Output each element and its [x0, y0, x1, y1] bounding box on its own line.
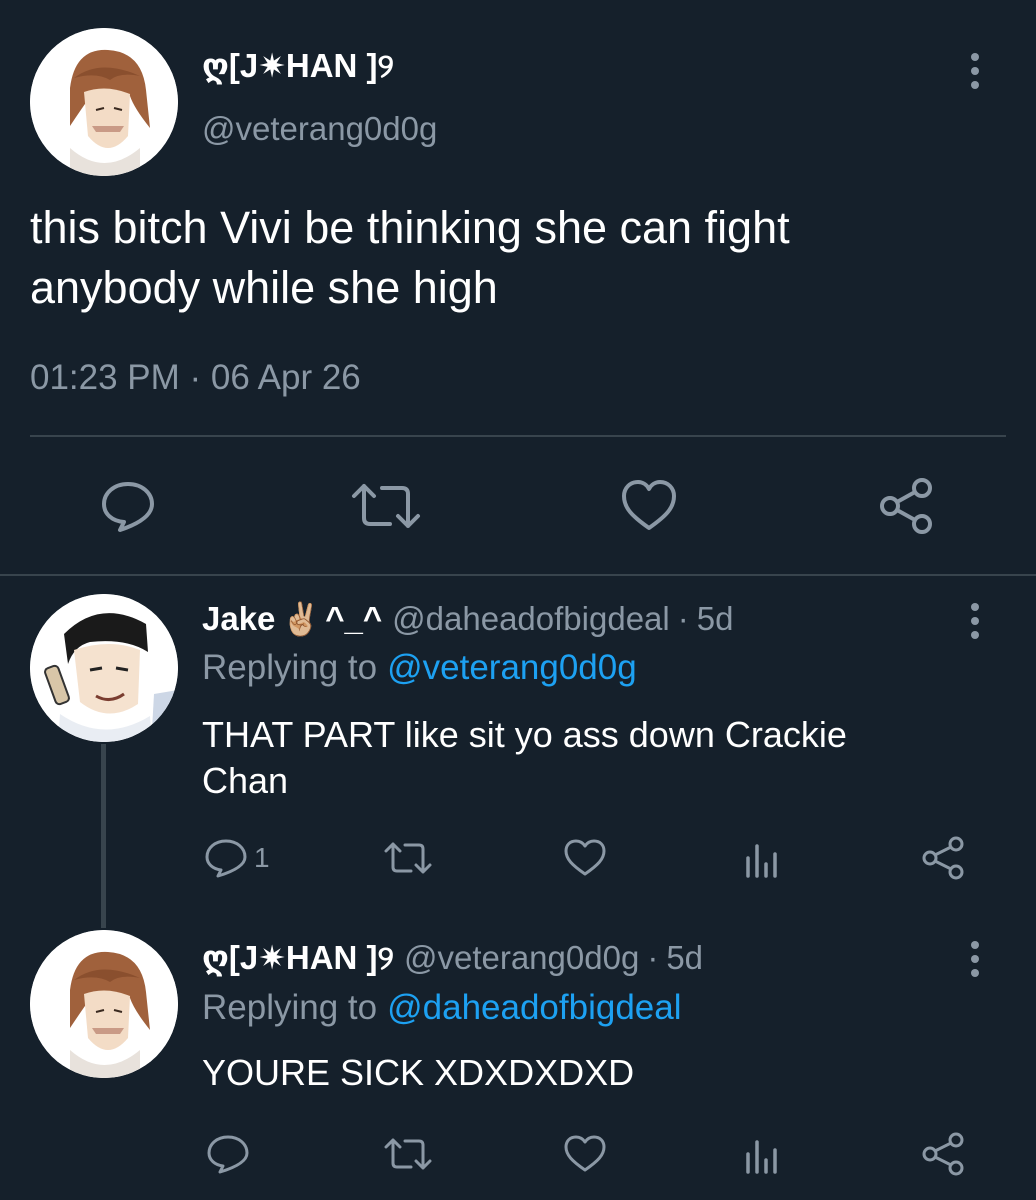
main-tweet-line: this bitch Vivi be thinking she can figh…: [30, 202, 790, 253]
reply1-text-line: Chan: [202, 760, 289, 801]
reply1-display-name[interactable]: Jake: [202, 600, 275, 638]
share-icon: [880, 478, 932, 534]
divider: [30, 435, 1006, 437]
reply1-text: THAT PART like sit yo ass down Crackie C…: [202, 712, 847, 804]
reply1-name-suffix: ^_^: [325, 600, 383, 637]
like-icon: [564, 839, 606, 876]
divider: [0, 574, 1036, 576]
reply1-replying-to: Replying to @veterang0d0g: [202, 648, 637, 688]
retweet-icon: [384, 842, 432, 874]
reply1-avatar[interactable]: [30, 594, 178, 742]
main-display-name[interactable]: ღ[J✷HAN ]୨: [202, 46, 394, 86]
reply1-header: Jake ✌🏼 ^_^ @daheadofbigdeal · 5d: [202, 600, 733, 638]
dot-icon: [971, 617, 979, 625]
reply1-text-line: THAT PART like sit yo ass down Crackie: [202, 714, 847, 755]
main-tweet-line: anybody while she high: [30, 262, 498, 313]
reply2-more-button[interactable]: [960, 934, 990, 984]
main-avatar[interactable]: [30, 28, 178, 176]
share-icon: [922, 1132, 964, 1176]
reply-icon: [207, 1135, 249, 1174]
main-reply-button[interactable]: [98, 478, 158, 534]
reply1-reply-count: 1: [254, 842, 270, 873]
share-icon: [922, 836, 964, 880]
reply2-replying-to: Replying to @daheadofbigdeal: [202, 988, 682, 1028]
reply-icon: [205, 839, 247, 878]
retweet-icon: [384, 1138, 432, 1170]
reply2-reply-button[interactable]: [206, 1134, 256, 1174]
reply1-handle[interactable]: @daheadofbigdeal: [392, 600, 670, 638]
reply2-avatar[interactable]: [30, 930, 178, 1078]
reply1-analytics-button[interactable]: [744, 840, 780, 878]
main-share-button[interactable]: [876, 476, 936, 536]
dot-icon: [971, 969, 979, 977]
reply-icon: [102, 482, 154, 532]
replying-to-link[interactable]: @daheadofbigdeal: [387, 988, 681, 1028]
dot-icon: [971, 941, 979, 949]
reply1-age[interactable]: 5d: [697, 600, 734, 638]
reply2-display-name[interactable]: ღ[J✷HAN ]୨: [202, 938, 394, 978]
reply1-share-button[interactable]: [920, 836, 966, 880]
main-retweet-button[interactable]: [348, 478, 424, 534]
like-icon: [622, 480, 676, 530]
dot-icon: [971, 603, 979, 611]
reply2-analytics-button[interactable]: [744, 1136, 780, 1174]
thread-connector: [101, 744, 106, 928]
main-timestamp[interactable]: 01:23 PM · 06 Apr 26: [30, 358, 361, 398]
main-like-button[interactable]: [620, 478, 678, 534]
main-author: ღ[J✷HAN ]୨: [202, 46, 394, 86]
main-more-button[interactable]: [960, 46, 990, 96]
replying-to-label: Replying to: [202, 648, 378, 687]
replying-to-label: Replying to: [202, 988, 378, 1027]
victory-hand-emoji: ✌🏼: [281, 601, 322, 637]
reply2-text-line: YOURE SICK XDXDXDXD: [202, 1052, 635, 1093]
reply2-text: YOURE SICK XDXDXDXD: [202, 1050, 634, 1096]
reply1-reply-button[interactable]: 1: [204, 838, 270, 878]
reply2-age[interactable]: 5d: [666, 939, 703, 977]
reply1-retweet-button[interactable]: [382, 838, 434, 878]
dot-icon: [971, 67, 979, 75]
reply2-like-button[interactable]: [563, 1134, 607, 1174]
main-tweet-text: this bitch Vivi be thinking she can figh…: [30, 198, 790, 318]
like-icon: [564, 1135, 606, 1172]
separator: ·: [677, 600, 689, 637]
dot-icon: [971, 81, 979, 89]
reply2-share-button[interactable]: [920, 1132, 966, 1176]
reply1-more-button[interactable]: [960, 596, 990, 646]
reply2-header: ღ[J✷HAN ]୨ @veterang0d0g · 5d: [202, 938, 703, 978]
analytics-icon: [746, 1140, 777, 1174]
reply2-handle[interactable]: @veterang0d0g: [404, 939, 639, 977]
retweet-icon: [352, 484, 420, 528]
reply2-retweet-button[interactable]: [382, 1134, 434, 1174]
main-handle[interactable]: @veterang0d0g: [202, 110, 437, 148]
reply1-like-button[interactable]: [563, 838, 607, 878]
separator: ·: [647, 939, 659, 976]
dot-icon: [971, 955, 979, 963]
replying-to-link[interactable]: @veterang0d0g: [387, 648, 637, 688]
dot-icon: [971, 53, 979, 61]
analytics-icon: [746, 844, 777, 878]
dot-icon: [971, 631, 979, 639]
